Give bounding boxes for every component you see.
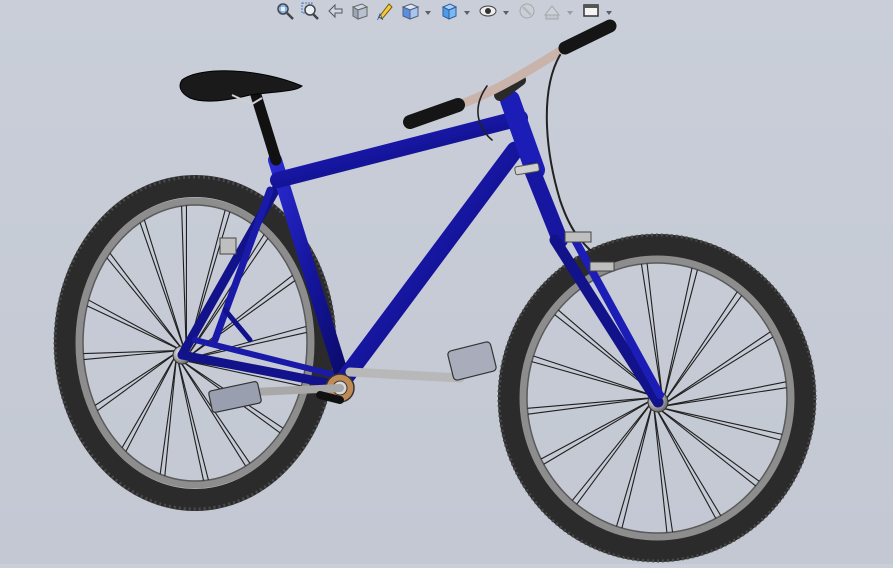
hide-show-items-dropdown-arrow[interactable] [502,2,510,24]
display-style-icon [439,1,459,25]
spoke [572,402,652,501]
spoke [110,253,182,349]
zoom-to-area-button[interactable] [299,2,321,24]
svg-text:A: A [377,13,384,21]
view-orientation-dropdown-arrow[interactable] [424,2,432,24]
spoke [160,357,176,474]
edit-appearance-icon [517,1,537,25]
spoke [527,398,654,409]
right-crank [350,372,460,378]
zoom-to-area-icon [300,1,320,25]
spoke [140,223,184,350]
edit-appearance-button[interactable] [516,2,538,24]
seatpost [256,95,276,160]
apply-scene-button[interactable] [541,2,563,24]
right-pedal [447,341,497,381]
dynamic-annotation-views-icon: A [375,1,395,25]
spoke [654,406,673,532]
spoke [122,355,176,448]
spoke [664,332,771,404]
spoke [144,220,184,350]
apply-scene-dropdown-arrow[interactable] [566,2,574,24]
spoke [664,268,692,400]
view-settings-button[interactable] [580,2,602,24]
dynamic-annotation-views-button[interactable]: A [374,2,396,24]
spoke [541,399,653,459]
spoke [655,407,715,518]
saddle [180,71,302,101]
bicycle-model[interactable] [0,0,893,564]
right-grip [565,26,610,48]
previous-view-button[interactable] [324,2,346,24]
zoom-to-fit-icon [275,1,295,25]
view-settings-icon [581,1,601,25]
view-settings-dropdown-arrow[interactable] [605,2,613,24]
spoke [663,337,773,405]
spoke [182,206,187,351]
spoke [660,408,782,435]
fork [532,170,560,240]
spoke [89,300,180,349]
spoke [617,404,653,526]
spoke [528,398,654,414]
hide-show-items-button[interactable] [477,2,499,24]
display-style-dropdown-arrow[interactable] [463,2,471,24]
apply-scene-icon [542,1,562,25]
seat [180,71,302,160]
hide-show-items-icon [478,1,498,25]
display-style-button[interactable] [438,2,460,24]
graphics-viewport[interactable] [0,0,893,564]
section-view-icon [350,1,370,25]
spoke [97,353,176,411]
section-view-button[interactable] [349,2,371,24]
left-crank [255,388,340,392]
spoke [664,296,742,403]
view-orientation-button[interactable] [399,2,421,24]
zoom-to-fit-button[interactable] [274,2,296,24]
heads-up-view-toolbar: A [274,0,634,26]
top-tube [278,118,520,180]
spoke [544,400,653,464]
spoke [658,408,759,481]
view-orientation-icon [400,1,420,25]
spoke [662,388,787,407]
spoke [165,357,177,476]
left-grip [410,105,458,122]
spoke [656,408,721,516]
spoke [95,352,176,405]
previous-view-icon [325,1,345,25]
